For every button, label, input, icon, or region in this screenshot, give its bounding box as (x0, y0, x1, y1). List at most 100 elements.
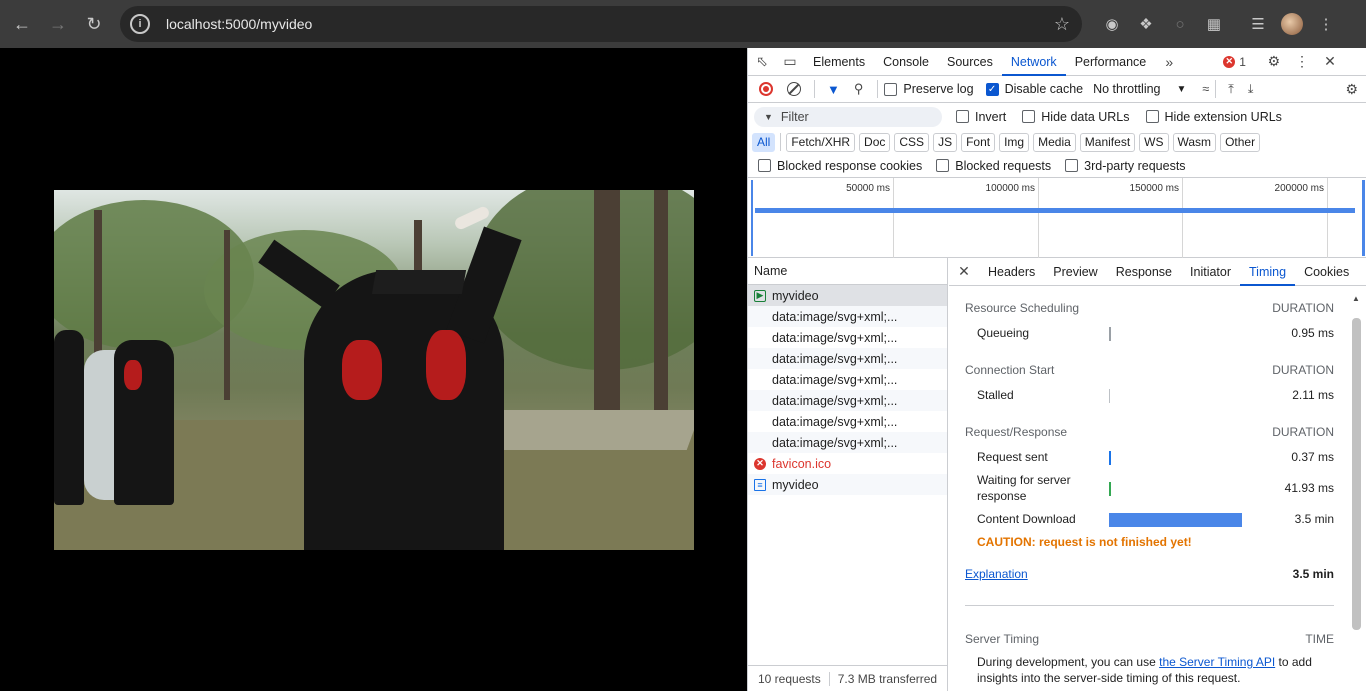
overview-end-marker[interactable] (1362, 180, 1365, 256)
url-text[interactable]: localhost:5000/myvideo (166, 16, 312, 32)
divider (1215, 80, 1217, 98)
type-filter-other[interactable]: Other (1220, 132, 1261, 152)
tab-timing[interactable]: Timing (1240, 258, 1296, 286)
type-filter-js[interactable]: JS (933, 132, 958, 152)
overview-tick (893, 178, 894, 258)
type-filter-wasm[interactable]: Wasm (1172, 132, 1217, 152)
invert-checkbox[interactable] (956, 110, 969, 123)
tab-headers[interactable]: Headers (979, 258, 1044, 286)
tab-cookies[interactable]: Cookies (1295, 258, 1358, 286)
type-filter-doc[interactable]: Doc (859, 132, 891, 152)
type-filter-css[interactable]: CSS (894, 132, 930, 152)
server-timing-api-link[interactable]: the Server Timing API (1159, 655, 1275, 669)
blocked-cookies-checkbox[interactable] (758, 159, 771, 172)
request-row[interactable]: data:image/svg+xml;... (748, 306, 947, 327)
type-filter-img[interactable]: Img (999, 132, 1030, 152)
explanation-link[interactable]: Explanation (965, 567, 1028, 581)
tab-preview[interactable]: Preview (1044, 258, 1106, 286)
forward-arrow-icon[interactable]: → (40, 6, 76, 42)
cast-icon[interactable]: ❖ (1129, 6, 1163, 42)
tab-elements[interactable]: Elements (804, 48, 874, 76)
type-filter-ws[interactable]: WS (1139, 132, 1169, 152)
type-filter-fetch[interactable]: Fetch/XHR (786, 132, 856, 152)
tab-network[interactable]: Network (1001, 48, 1066, 76)
tab-performance[interactable]: Performance (1066, 48, 1156, 76)
search-icon[interactable]: ⚲ (854, 81, 864, 97)
section-title: Resource Scheduling (965, 301, 1080, 315)
error-counter[interactable]: ✕ 1 (1223, 55, 1246, 69)
filter-input[interactable]: ▼ Filter (754, 106, 942, 127)
type-filter-font[interactable]: Font (961, 132, 996, 152)
devtools-menu-icon[interactable]: ⋮ (1288, 48, 1316, 76)
hide-extension-urls-checkbox[interactable] (1145, 110, 1159, 123)
request-row[interactable]: data:image/svg+xml;... (748, 432, 947, 453)
address-bar[interactable]: i localhost:5000/myvideo ☆ (120, 6, 1082, 42)
graduate-stole (124, 360, 142, 390)
export-har-icon[interactable]: ⤓ (1248, 82, 1254, 97)
preserve-log-checkbox[interactable] (884, 82, 898, 96)
request-row[interactable]: ≡ myvideo (748, 474, 947, 495)
page-content (0, 48, 747, 691)
tab-initiator[interactable]: Initiator (1181, 258, 1240, 286)
blocked-requests-checkbox[interactable] (936, 159, 950, 172)
type-filter-all[interactable]: All (752, 132, 776, 152)
disable-cache-checkbox[interactable]: ✓ (985, 82, 999, 96)
timing-row-content-download: Content Download 3.5 min (965, 507, 1334, 531)
throttling-select[interactable]: No throttling (1093, 82, 1160, 96)
more-tabs-chevron-icon[interactable]: » (1155, 48, 1183, 76)
chevron-down-icon[interactable]: ▼ (1177, 84, 1187, 95)
profile-avatar[interactable] (1275, 6, 1309, 42)
section-server-timing: Server Timing TIME (965, 632, 1334, 646)
settings-gear-icon[interactable]: ⚙ (1260, 48, 1288, 76)
tab-response[interactable]: Response (1107, 258, 1181, 286)
blocked-cookies-label: Blocked response cookies (777, 158, 923, 173)
menu-kebab-icon[interactable]: ⋮ (1309, 6, 1343, 42)
network-overview[interactable]: 50000 ms 100000 ms 150000 ms 200000 ms (748, 178, 1366, 258)
device-toolbar-icon[interactable]: ▭ (776, 48, 804, 76)
close-detail-icon[interactable]: ✕ (949, 263, 979, 280)
request-row[interactable]: ▶ myvideo (748, 285, 947, 306)
tab-console[interactable]: Console (874, 48, 938, 76)
media-control-icon[interactable]: ☰ (1241, 6, 1275, 42)
type-filter-media[interactable]: Media (1033, 132, 1076, 152)
record-stop-icon[interactable] (759, 82, 773, 96)
request-row[interactable]: data:image/svg+xml;... (748, 348, 947, 369)
tab-sources[interactable]: Sources (938, 48, 1002, 76)
third-party-checkbox[interactable] (1065, 159, 1079, 172)
request-row[interactable]: data:image/svg+xml;... (748, 411, 947, 432)
wifi-conditions-icon[interactable]: ≈ (1202, 82, 1209, 96)
request-name: data:image/svg+xml;... (772, 435, 898, 450)
back-arrow-icon[interactable]: ← (4, 6, 40, 42)
clear-log-icon[interactable] (787, 82, 801, 96)
video-player[interactable] (54, 190, 694, 550)
scroll-thumb[interactable] (1352, 318, 1361, 630)
resource-type-filters: All Fetch/XHR Doc CSS JS Font Img Media … (748, 130, 1366, 154)
request-row[interactable]: ✕ favicon.ico (748, 453, 947, 474)
detail-scrollbar[interactable]: ▲ (1351, 294, 1361, 660)
reload-icon[interactable]: ↻ (76, 6, 112, 42)
scroll-up-arrow-icon[interactable]: ▲ (1351, 294, 1361, 303)
inspect-element-icon[interactable]: ⬁ (748, 48, 776, 76)
request-row[interactable]: data:image/svg+xml;... (748, 390, 947, 411)
filter-funnel-icon[interactable]: ▼ (827, 82, 840, 97)
site-info-icon[interactable]: i (130, 14, 150, 34)
request-row[interactable]: data:image/svg+xml;... (748, 327, 947, 348)
network-summary-bar: 10 requests 7.3 MB transferred (748, 665, 948, 691)
timing-row-stalled: Stalled 2.11 ms (965, 383, 1334, 407)
network-toolbar: ▼ ⚲ Preserve log ✓ Disable cache No thro… (748, 76, 1366, 103)
duration-header: DURATION (1272, 363, 1334, 377)
hide-data-urls-checkbox[interactable] (1022, 110, 1036, 123)
column-header-name[interactable]: Name (748, 258, 947, 285)
graduation-cap (371, 270, 467, 294)
dimmed-extension-icon[interactable]: ○ (1163, 6, 1197, 42)
import-har-icon[interactable]: ⤒ (1228, 82, 1234, 97)
camera-icon[interactable]: ◉ (1095, 6, 1129, 42)
hide-extension-urls-label: Hide extension URLs (1164, 109, 1282, 124)
type-filter-manifest[interactable]: Manifest (1079, 132, 1136, 152)
puzzle-extensions-icon[interactable]: ▦ (1197, 6, 1231, 42)
request-list: Name ▶ myvideo data:image/svg+xml;... da… (748, 258, 948, 691)
close-devtools-icon[interactable]: ✕ (1316, 48, 1344, 76)
network-settings-gear-icon[interactable]: ⚙ (1345, 81, 1358, 98)
request-row[interactable]: data:image/svg+xml;... (748, 369, 947, 390)
bookmark-star-icon[interactable]: ☆ (1054, 14, 1070, 35)
